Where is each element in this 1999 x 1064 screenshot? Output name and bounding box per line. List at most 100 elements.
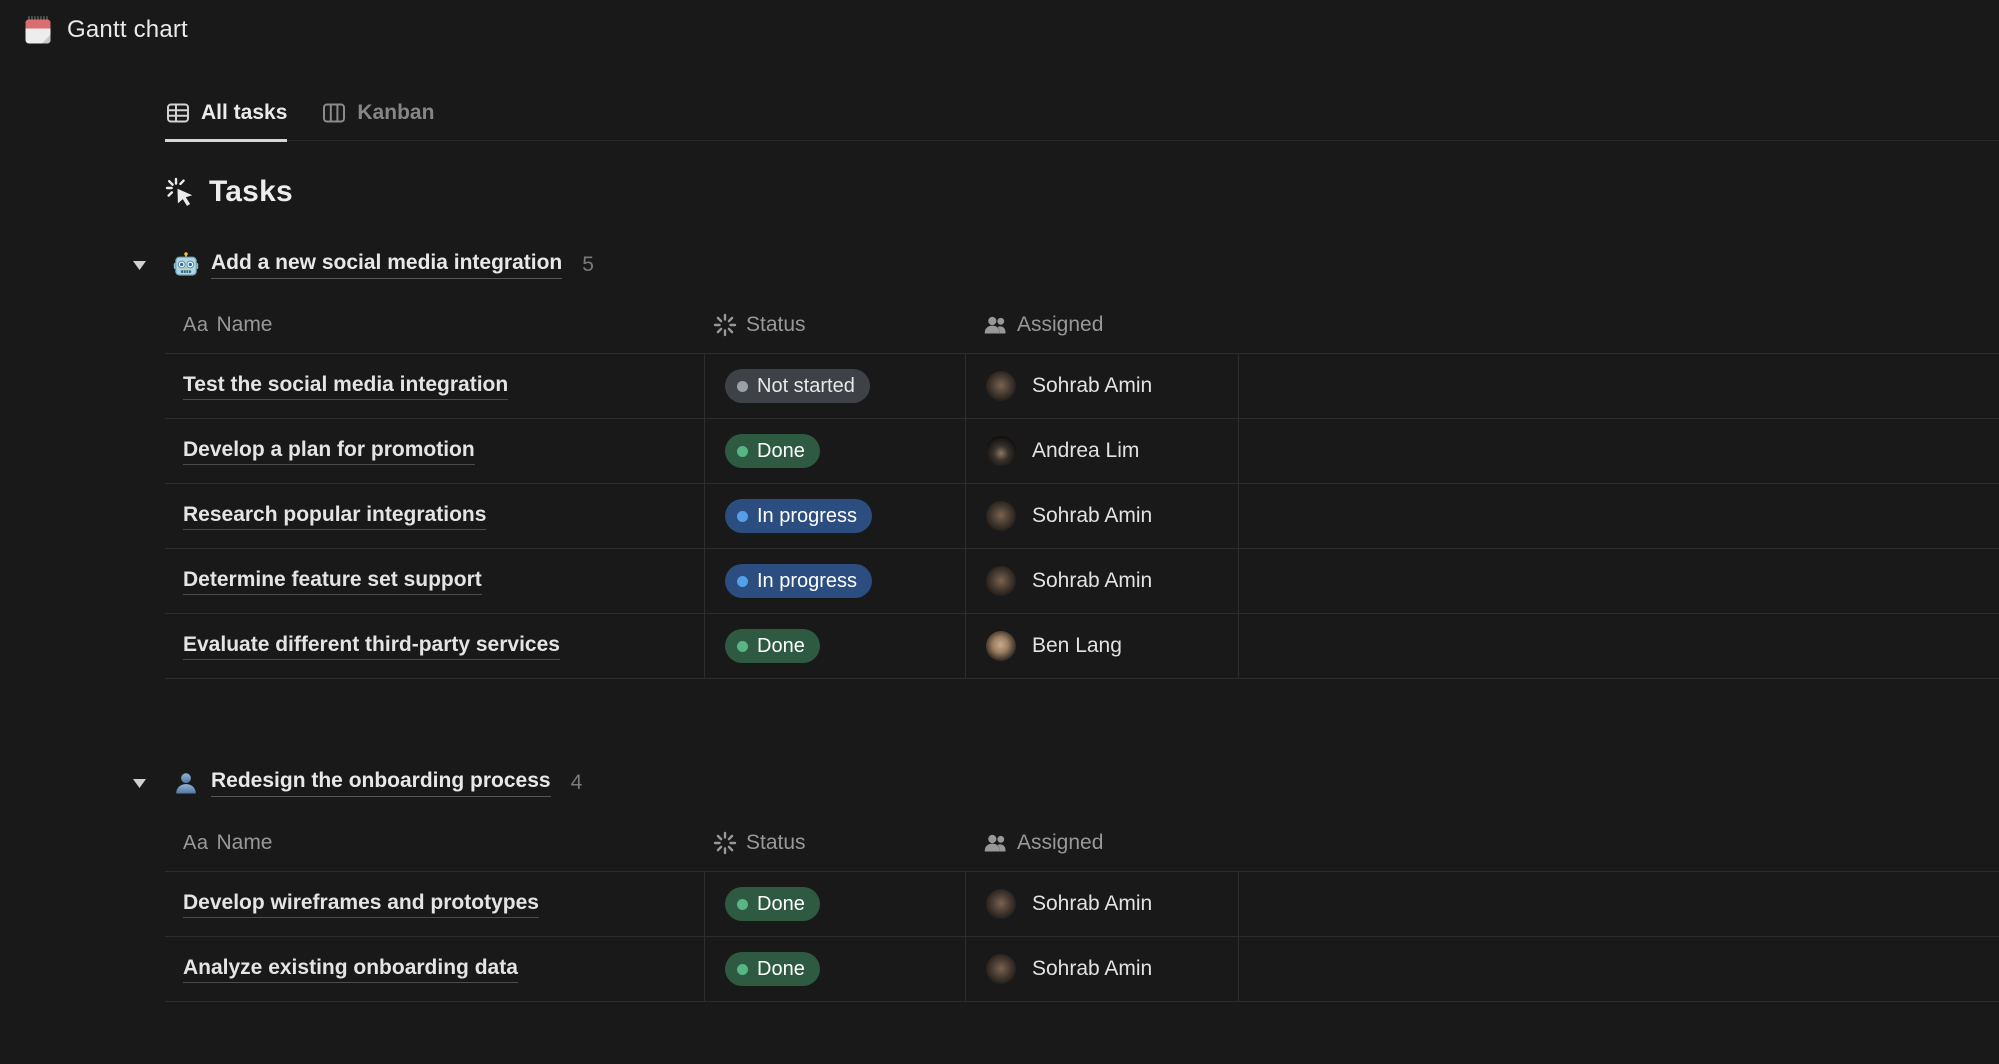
- status-label: Done: [757, 635, 805, 658]
- column-header-name[interactable]: Aa Name: [165, 815, 704, 871]
- status-cell[interactable]: Done: [704, 872, 965, 936]
- assigned-cell[interactable]: Sohrab Amin: [965, 872, 1238, 936]
- column-header-status[interactable]: Status: [704, 297, 965, 353]
- spiral-calendar-icon: [22, 14, 54, 46]
- main-content: All tasks Kanban: [165, 100, 1999, 1002]
- status-dot-icon: [737, 576, 748, 587]
- assignee-name: Sohrab Amin: [1032, 957, 1152, 981]
- status-cell[interactable]: In progress: [704, 549, 965, 613]
- task-name[interactable]: Develop wireframes and prototypes: [183, 891, 539, 918]
- page-header: Gantt chart: [0, 0, 1999, 50]
- assignee-name: Andrea Lim: [1032, 439, 1139, 463]
- toggle-triangle-icon[interactable]: [133, 261, 159, 270]
- row-filler: [1238, 614, 1999, 678]
- assigned-cell[interactable]: Ben Lang: [965, 614, 1238, 678]
- tab-label: All tasks: [201, 101, 287, 125]
- task-name-cell[interactable]: Analyze existing onboarding data: [165, 937, 704, 1001]
- task-name[interactable]: Evaluate different third-party services: [183, 633, 560, 660]
- column-header-status[interactable]: Status: [704, 815, 965, 871]
- status-label: Done: [757, 440, 805, 463]
- avatar: [986, 889, 1016, 919]
- people-icon: [983, 312, 1009, 338]
- status-burst-icon: [712, 830, 738, 856]
- group-title[interactable]: Redesign the onboarding process: [211, 769, 551, 797]
- status-dot-icon: [737, 511, 748, 522]
- robot-icon: [173, 252, 199, 278]
- status-pill[interactable]: Not started: [725, 369, 870, 403]
- tab-kanban[interactable]: Kanban: [321, 100, 434, 142]
- tab-label: Kanban: [357, 101, 434, 125]
- task-group: Add a new social media integration 5 Aa …: [165, 251, 1999, 679]
- status-cell[interactable]: Not started: [704, 354, 965, 418]
- status-cell[interactable]: In progress: [704, 484, 965, 548]
- task-name-cell[interactable]: Develop wireframes and prototypes: [165, 872, 704, 936]
- task-name-cell[interactable]: Evaluate different third-party services: [165, 614, 704, 678]
- task-name[interactable]: Determine feature set support: [183, 568, 482, 595]
- task-name[interactable]: Test the social media integration: [183, 373, 508, 400]
- status-dot-icon: [737, 899, 748, 910]
- avatar: [986, 436, 1016, 466]
- task-name-cell[interactable]: Determine feature set support: [165, 549, 704, 613]
- status-cell[interactable]: Done: [704, 937, 965, 1001]
- table-header-row: Aa Name: [165, 297, 1999, 353]
- row-filler: [1238, 419, 1999, 483]
- person-bust-icon: [173, 770, 199, 796]
- cursor-click-icon: [165, 177, 195, 207]
- assigned-cell[interactable]: Sohrab Amin: [965, 484, 1238, 548]
- task-name-cell[interactable]: Develop a plan for promotion: [165, 419, 704, 483]
- column-label: Name: [216, 313, 272, 337]
- assignee-name: Sohrab Amin: [1032, 892, 1152, 916]
- row-filler: [1238, 354, 1999, 418]
- status-pill[interactable]: In progress: [725, 499, 872, 533]
- assigned-cell[interactable]: Sohrab Amin: [965, 549, 1238, 613]
- row-filler: [1238, 872, 1999, 936]
- text-property-icon: Aa: [183, 314, 208, 337]
- row-filler: [1238, 484, 1999, 548]
- column-label: Name: [216, 831, 272, 855]
- status-pill[interactable]: Done: [725, 887, 820, 921]
- column-header-assigned[interactable]: Assigned: [965, 297, 1238, 353]
- column-label: Status: [746, 313, 806, 337]
- group-header: Add a new social media integration 5: [133, 251, 1999, 279]
- status-dot-icon: [737, 964, 748, 975]
- task-name[interactable]: Develop a plan for promotion: [183, 438, 475, 465]
- column-header-assigned[interactable]: Assigned: [965, 815, 1238, 871]
- status-label: Not started: [757, 375, 855, 398]
- status-label: In progress: [757, 570, 857, 593]
- column-label: Assigned: [1017, 831, 1103, 855]
- avatar: [986, 371, 1016, 401]
- task-name-cell[interactable]: Test the social media integration: [165, 354, 704, 418]
- status-cell[interactable]: Done: [704, 614, 965, 678]
- group-count: 4: [571, 771, 583, 795]
- table-icon: [165, 100, 191, 126]
- status-dot-icon: [737, 381, 748, 392]
- assigned-cell[interactable]: Sohrab Amin: [965, 937, 1238, 1001]
- assigned-cell[interactable]: Andrea Lim: [965, 419, 1238, 483]
- view-tabs: All tasks Kanban: [165, 100, 1999, 141]
- row-filler: [1238, 549, 1999, 613]
- assignee-name: Sohrab Amin: [1032, 374, 1152, 398]
- assigned-cell[interactable]: Sohrab Amin: [965, 354, 1238, 418]
- task-name[interactable]: Research popular integrations: [183, 503, 486, 530]
- status-pill[interactable]: In progress: [725, 564, 872, 598]
- status-pill[interactable]: Done: [725, 434, 820, 468]
- status-label: Done: [757, 893, 805, 916]
- status-cell[interactable]: Done: [704, 419, 965, 483]
- header-filler: [1238, 297, 1999, 353]
- tab-all-tasks[interactable]: All tasks: [165, 100, 287, 142]
- table-body: Test the social media integration Not st…: [165, 353, 1999, 679]
- collection-title: Tasks: [209, 175, 293, 209]
- status-pill[interactable]: Done: [725, 629, 820, 663]
- avatar: [986, 954, 1016, 984]
- toggle-triangle-icon[interactable]: [133, 779, 159, 788]
- row-filler: [1238, 937, 1999, 1001]
- task-table: Aa Name: [165, 297, 1999, 679]
- task-table: Aa Name: [165, 815, 1999, 1002]
- group-title[interactable]: Add a new social media integration: [211, 251, 562, 279]
- task-name[interactable]: Analyze existing onboarding data: [183, 956, 518, 983]
- task-name-cell[interactable]: Research popular integrations: [165, 484, 704, 548]
- avatar: [986, 501, 1016, 531]
- column-label: Assigned: [1017, 313, 1103, 337]
- status-pill[interactable]: Done: [725, 952, 820, 986]
- column-header-name[interactable]: Aa Name: [165, 297, 704, 353]
